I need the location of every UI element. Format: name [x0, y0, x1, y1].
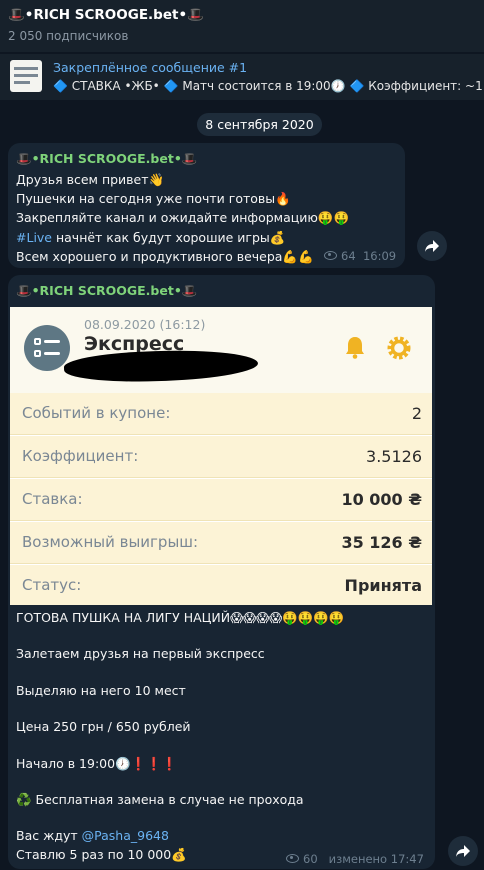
message-text: Друзья всем привет👋 Пушечки на сегодня у… [16, 170, 349, 266]
message-line: Друзья всем привет👋 [16, 172, 165, 187]
forward-icon [456, 845, 470, 857]
caption-prefix: Вас ждут [16, 828, 82, 844]
forward-button[interactable] [448, 836, 478, 866]
edited-time: изменено 17:47 [328, 852, 424, 866]
message-bubble[interactable]: 🎩•RICH SCROOGE.bet•🎩 08.09.2020 (16:12) … [8, 275, 435, 869]
row-value: 3.5126 [366, 447, 422, 466]
message-bubble[interactable]: 🎩•RICH SCROOGE.bet•🎩 Друзья всем привет👋… [8, 143, 405, 268]
eye-icon [324, 251, 337, 260]
forward-icon [425, 240, 439, 252]
gear-icon [387, 336, 411, 360]
pinned-thumbnail [10, 60, 42, 92]
channel-title: 🎩•RICH SCROOGE.bet•🎩 [8, 7, 204, 23]
caption-line: Начало в 19:00🕖❗❗❗ [16, 755, 178, 771]
row-label: Коэффициент: [22, 447, 139, 465]
coupon-row: Ставка: 10 000 ₴ [10, 479, 432, 521]
row-label: Событий в купоне: [22, 404, 171, 422]
message-line-rest: начнёт как будут хорошие игры💰 [52, 229, 286, 245]
message-meta: 60 изменено 17:47 [286, 852, 424, 866]
message-author[interactable]: 🎩•RICH SCROOGE.bet•🎩 [16, 151, 197, 167]
pinned-message-bar[interactable]: Закреплённое сообщение #1 🔷 СТАВКА •ЖБ• … [0, 54, 484, 100]
pinned-title: Закреплённое сообщение #1 [53, 60, 248, 75]
caption-line: ГОТОВА ПУШКА НА ЛИГУ НАЦИЙ😱😱😱😱🤑🤑🤑🤑 [16, 610, 345, 625]
view-count: 64 [341, 249, 356, 263]
message-line: Всем хорошего и продуктивного вечера💪💪 [16, 248, 314, 264]
subscriber-count: 2 050 подписчиков [8, 29, 129, 43]
hashtag-link[interactable]: #Live [16, 230, 52, 245]
row-label: Возможный выигрыш: [22, 533, 199, 551]
coupon-row: Коэффициент: 3.5126 [10, 436, 432, 478]
row-label: Статус: [22, 576, 82, 594]
mention-link[interactable]: @Pasha_9648 [82, 828, 169, 843]
message-time: 16:09 [362, 249, 397, 263]
coupon-header: 08.09.2020 (16:12) Экспресс [10, 307, 432, 393]
row-value: 2 [411, 404, 422, 423]
coupon-date: 08.09.2020 (16:12) [84, 317, 206, 332]
coupon-row: Статус: Принята [10, 565, 432, 605]
pinned-text: 🔷 СТАВКА •ЖБ• 🔷 Матч состоится в 19:00🕖 … [53, 79, 484, 93]
message-line: Закрепляйте канал и ожидайте информацию🤑… [16, 210, 350, 226]
message-author[interactable]: 🎩•RICH SCROOGE.bet•🎩 [16, 283, 197, 299]
message-caption: ГОТОВА ПУШКА НА ЛИГУ НАЦИЙ😱😱😱😱🤑🤑🤑🤑 Залет… [16, 609, 344, 864]
chat-header[interactable]: 🎩•RICH SCROOGE.bet•🎩 2 050 подписчиков [0, 0, 484, 52]
caption-line: Залетаем друзья на первый экспресс [16, 646, 265, 662]
caption-line: Цена 250 грн / 650 рублей [16, 719, 191, 735]
message-line: #Live начнёт как будут хорошие игры💰 [16, 228, 349, 247]
coupon-row: Событий в купоне: 2 [10, 393, 432, 435]
message-line: Пушечки на сегодня уже почти готовы🔥 [16, 191, 291, 207]
row-value: 35 126 ₴ [341, 533, 422, 552]
caption-line: Выделяю на него 10 мест [16, 682, 186, 698]
logo-icon [24, 325, 70, 371]
caption-line: Вас ждут @Pasha_9648 [16, 827, 344, 845]
coupon-photo[interactable]: 08.09.2020 (16:12) Экспресс Событий в ку… [10, 307, 432, 605]
view-count: 60 [303, 852, 318, 866]
forward-button[interactable] [417, 231, 447, 261]
row-label: Ставка: [22, 490, 83, 508]
row-value: Принята [344, 576, 422, 595]
coupon-row: Возможный выигрыш: 35 126 ₴ [10, 522, 432, 564]
date-separator: 8 сентября 2020 [197, 113, 322, 136]
row-value: 10 000 ₴ [341, 490, 422, 509]
eye-icon [286, 854, 299, 863]
caption-line: ♻️ Бесплатная замена в случае не прохода [16, 791, 304, 807]
message-meta: 64 16:09 [324, 249, 396, 263]
bell-icon [346, 337, 364, 359]
